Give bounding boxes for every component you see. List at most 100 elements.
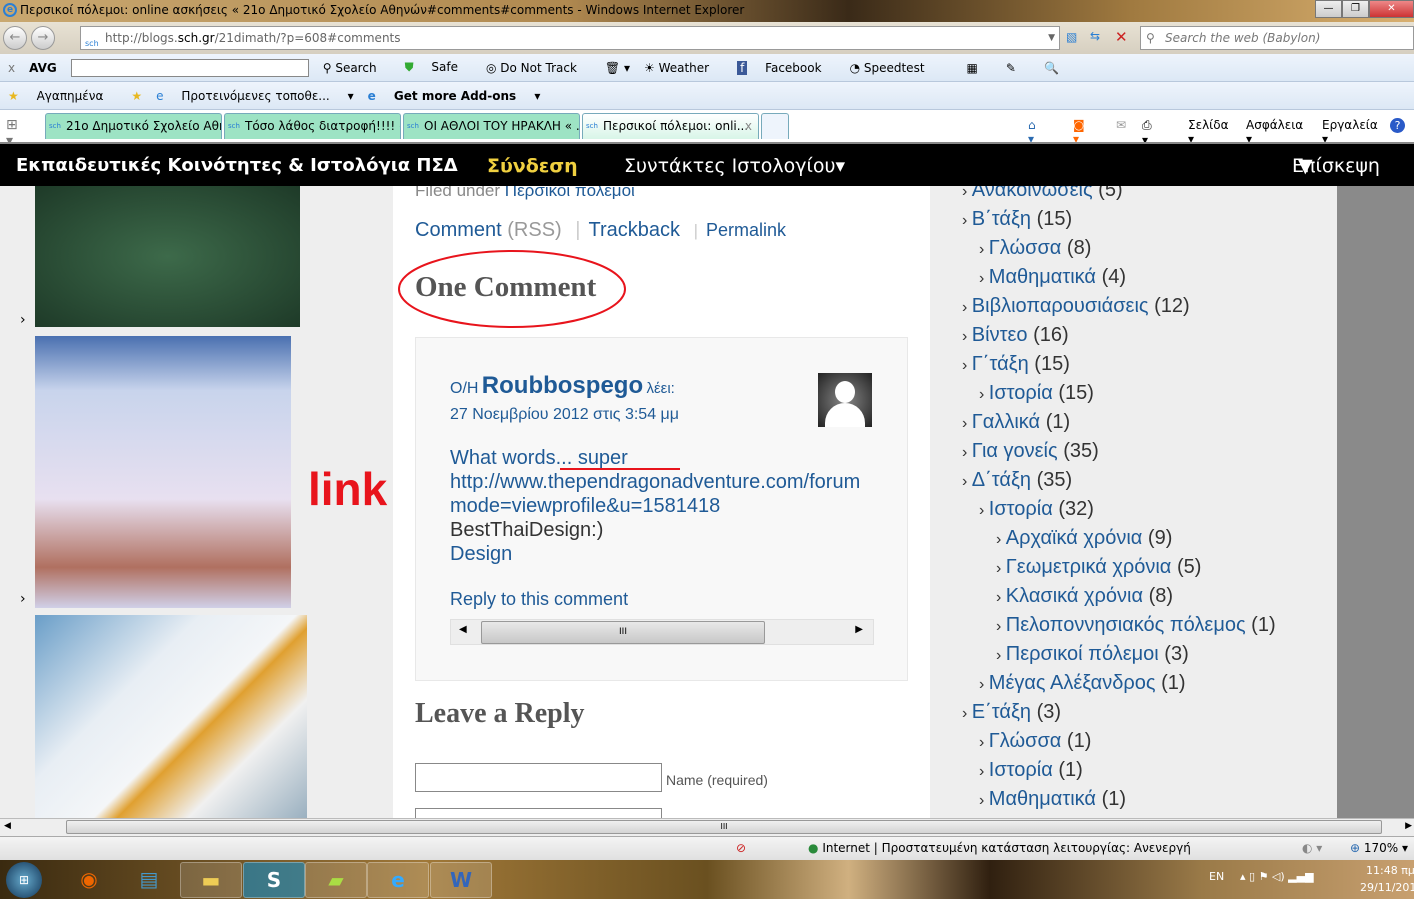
design-link[interactable]: Design — [450, 542, 874, 566]
comment-url-link[interactable]: http://www.thependragonadventure.com/for… — [450, 470, 874, 494]
school-website-image[interactable] — [35, 336, 291, 608]
minimize-button[interactable]: — — [1315, 0, 1342, 18]
sidebar-category-item[interactable]: › Β΄τάξη (15) — [962, 208, 1072, 231]
filed-category-link[interactable]: Περσικοί πόλεμοι — [505, 186, 635, 200]
sidebar-category-item[interactable]: › Βίντεο (16) — [962, 324, 1069, 347]
refresh-icon[interactable]: ⇆ — [1090, 29, 1100, 43]
clock-date[interactable]: 29/11/201 — [1360, 881, 1414, 894]
sidebar-category-item[interactable]: › Γεωμετρικά χρόνια (5) — [996, 556, 1201, 579]
sidebar-category-item[interactable]: › Κλασικά χρόνια (8) — [996, 585, 1173, 608]
scrollbar-thumb[interactable]: III — [66, 820, 1382, 834]
help-icon[interactable]: ? — [1390, 118, 1405, 133]
sidebar-category-item[interactable]: › Δ΄τάξη (35) — [962, 469, 1072, 492]
sidebar-category-item[interactable]: › Περσικοί πόλεμοι (3) — [996, 643, 1189, 666]
scrollbar-thumb[interactable]: III — [481, 621, 765, 644]
close-button[interactable]: ✕ — [1369, 0, 1414, 18]
notes-icon[interactable]: ▰ — [305, 862, 367, 898]
authors-menu[interactable]: Συντάκτες Ιστολογίου▾ — [624, 144, 845, 188]
login-link[interactable]: Σύνδεση — [487, 144, 578, 188]
page-horizontal-scrollbar[interactable]: ◀ III ▶ — [0, 818, 1414, 836]
avg-search-button[interactable]: ⚲ Search — [323, 61, 391, 75]
security-icon[interactable]: ◐ ▾ — [1302, 837, 1322, 859]
safe-button[interactable]: ⛊ Safe — [405, 60, 472, 75]
clock-time[interactable]: 11:48 πμ — [1366, 864, 1414, 877]
sidebar-category-item[interactable]: › Γλώσσα (1) — [979, 730, 1091, 753]
back-button[interactable]: ← — [3, 26, 27, 50]
permalink-link[interactable]: Permalink — [706, 220, 786, 240]
stop-icon[interactable]: ✕ — [1115, 28, 1128, 46]
facebook-button[interactable]: f Facebook — [737, 60, 835, 75]
cyprus-flag-image[interactable] — [35, 615, 307, 818]
calculator-app-icon[interactable]: ▤ — [118, 862, 180, 898]
sidebar-category-item[interactable]: › Πελοποννησιακός πόλεμος (1) — [996, 614, 1276, 637]
visit-menu[interactable]: Επίσκεψη ▼ — [1292, 144, 1380, 188]
sidebar-category-item[interactable]: › Ιστορία (15) — [979, 382, 1094, 405]
ie-taskbar-icon[interactable]: e — [367, 862, 429, 898]
weather-button[interactable]: ☀ Weather — [644, 61, 723, 75]
sidebar-category-item[interactable]: › Μαθηματικά (1) — [979, 788, 1126, 811]
rss-link[interactable]: (RSS) — [507, 219, 561, 241]
search-input[interactable]: ⚲ Search the web (Babylon) — [1140, 26, 1414, 50]
name-input[interactable] — [415, 763, 662, 792]
add-favorite-icon[interactable]: ★ — [131, 89, 142, 103]
comment-date-link[interactable]: 27 Νοεμβρίου 2012 στις 3:54 μμ — [450, 406, 679, 424]
sidebar-category-item[interactable]: › Αρχαϊκά χρόνια (9) — [996, 527, 1172, 550]
sidebar-category-item[interactable]: › Ιστορία (1) — [979, 759, 1083, 782]
skype-icon[interactable]: S — [243, 862, 305, 898]
avg-search-input[interactable] — [70, 58, 309, 77]
popup-blocked-icon[interactable]: ⊘ — [736, 837, 746, 859]
get-addons-button[interactable]: e Get more Add-ons ▾ — [368, 89, 541, 103]
compat-view-icon[interactable]: ▧ — [1066, 30, 1077, 44]
favorites-button[interactable]: ★ Αγαπημένα — [8, 89, 117, 103]
email-input[interactable] — [415, 808, 662, 818]
tab-3[interactable]: sch ΟΙ ΑΘΛΟΙ ΤΟΥ ΗΡΑΚΛΗ « ... — [403, 113, 580, 139]
close-toolbar-icon[interactable]: x — [8, 61, 15, 75]
explorer-icon[interactable]: ▬ — [180, 862, 242, 898]
sidebar-category-item[interactable]: › Γ΄τάξη (15) — [962, 353, 1070, 376]
sidebar-category-item[interactable]: › Ιστορία (32) — [979, 498, 1094, 521]
dropdown-icon[interactable]: ▼ — [1048, 27, 1055, 49]
zoom-level[interactable]: ⊕ 170% ▾ — [1350, 837, 1408, 859]
restore-button[interactable]: ❐ — [1342, 0, 1369, 18]
reply-to-comment-link[interactable]: Reply to this comment — [450, 589, 628, 610]
mail-icon[interactable]: ✉ — [1116, 118, 1126, 132]
calculator-icon[interactable]: ▦ — [967, 61, 978, 75]
start-button[interactable]: ⊞ — [6, 862, 42, 898]
new-tab-button[interactable] — [761, 113, 789, 139]
do-not-track-button[interactable]: ◎ Do Not Track — [486, 61, 591, 75]
sidebar-category-item[interactable]: › Βιβλιοπαρουσιάσεις (12) — [962, 295, 1190, 318]
sidebar-category-item[interactable]: › Γλώσσα (8) — [979, 237, 1091, 260]
trash-icon[interactable]: 🗑 ▾ — [605, 61, 630, 75]
sidebar-category-item[interactable]: › Ανακοινώσεις (5) — [962, 186, 1123, 202]
folder-search-icon[interactable]: 🔍 — [1044, 61, 1059, 75]
sidebar-category-item[interactable]: › Για γονείς (35) — [962, 440, 1099, 463]
avg-logo[interactable]: AVG — [29, 61, 57, 75]
sidebar-category-item[interactable]: › Μαθηματικά (4) — [979, 266, 1126, 289]
tab-4-active[interactable]: sch Περσικοί πόλεμοι: onli... x — [582, 113, 759, 139]
annotation-link-label: link — [308, 463, 388, 515]
comment-author-link[interactable]: Roubbospego — [482, 372, 643, 399]
avatar — [818, 373, 872, 427]
forward-button[interactable]: → — [31, 26, 55, 50]
address-bar[interactable]: sch http://blogs.sch.gr/21dimath/?p=608#c… — [80, 26, 1060, 50]
tray-icons[interactable]: ▴ ▯ ⚑ ◁) ▂▄▆ — [1240, 870, 1314, 883]
zone-status[interactable]: ● Internet | Προστατευμένη κατάσταση λει… — [808, 837, 1191, 859]
suggested-sites-button[interactable]: e Προτεινόμενες τοποθε... ▾ — [156, 89, 353, 103]
word-icon[interactable]: W — [430, 862, 492, 898]
sidebar-category-item[interactable]: › Γαλλικά (1) — [962, 411, 1070, 434]
chalkboard-image[interactable] — [35, 186, 300, 327]
speedtest-button[interactable]: ◔ Speedtest — [850, 61, 939, 75]
close-tab-icon[interactable]: x — [745, 114, 752, 138]
trackback-link[interactable]: Trackback — [588, 219, 680, 241]
comment-horizontal-scrollbar[interactable]: ◀ III ▶ — [450, 619, 874, 645]
comment-link[interactable]: Comment — [415, 219, 502, 241]
notepad-icon[interactable]: ✎ — [1006, 61, 1016, 75]
sidebar-category-item[interactable]: › Ε΄τάξη (3) — [962, 701, 1061, 724]
site-title[interactable]: Εκπαιδευτικές Κοινότητες & Ιστολόγια ΠΣΔ — [16, 144, 458, 188]
sidebar-category-item[interactable]: › Μέγας Αλέξανδρος (1) — [979, 672, 1186, 695]
language-indicator[interactable]: EN — [1209, 870, 1224, 883]
tab-2[interactable]: sch Τόσο λάθος διατροφή!!!! «... — [224, 113, 401, 139]
firefox-icon[interactable]: ◉ — [58, 862, 120, 898]
comment-url-link-2[interactable]: mode=viewprofile&u=1581418 — [450, 494, 874, 518]
tab-1[interactable]: sch 21ο Δημοτικό Σχολείο Αθη... — [45, 113, 222, 139]
